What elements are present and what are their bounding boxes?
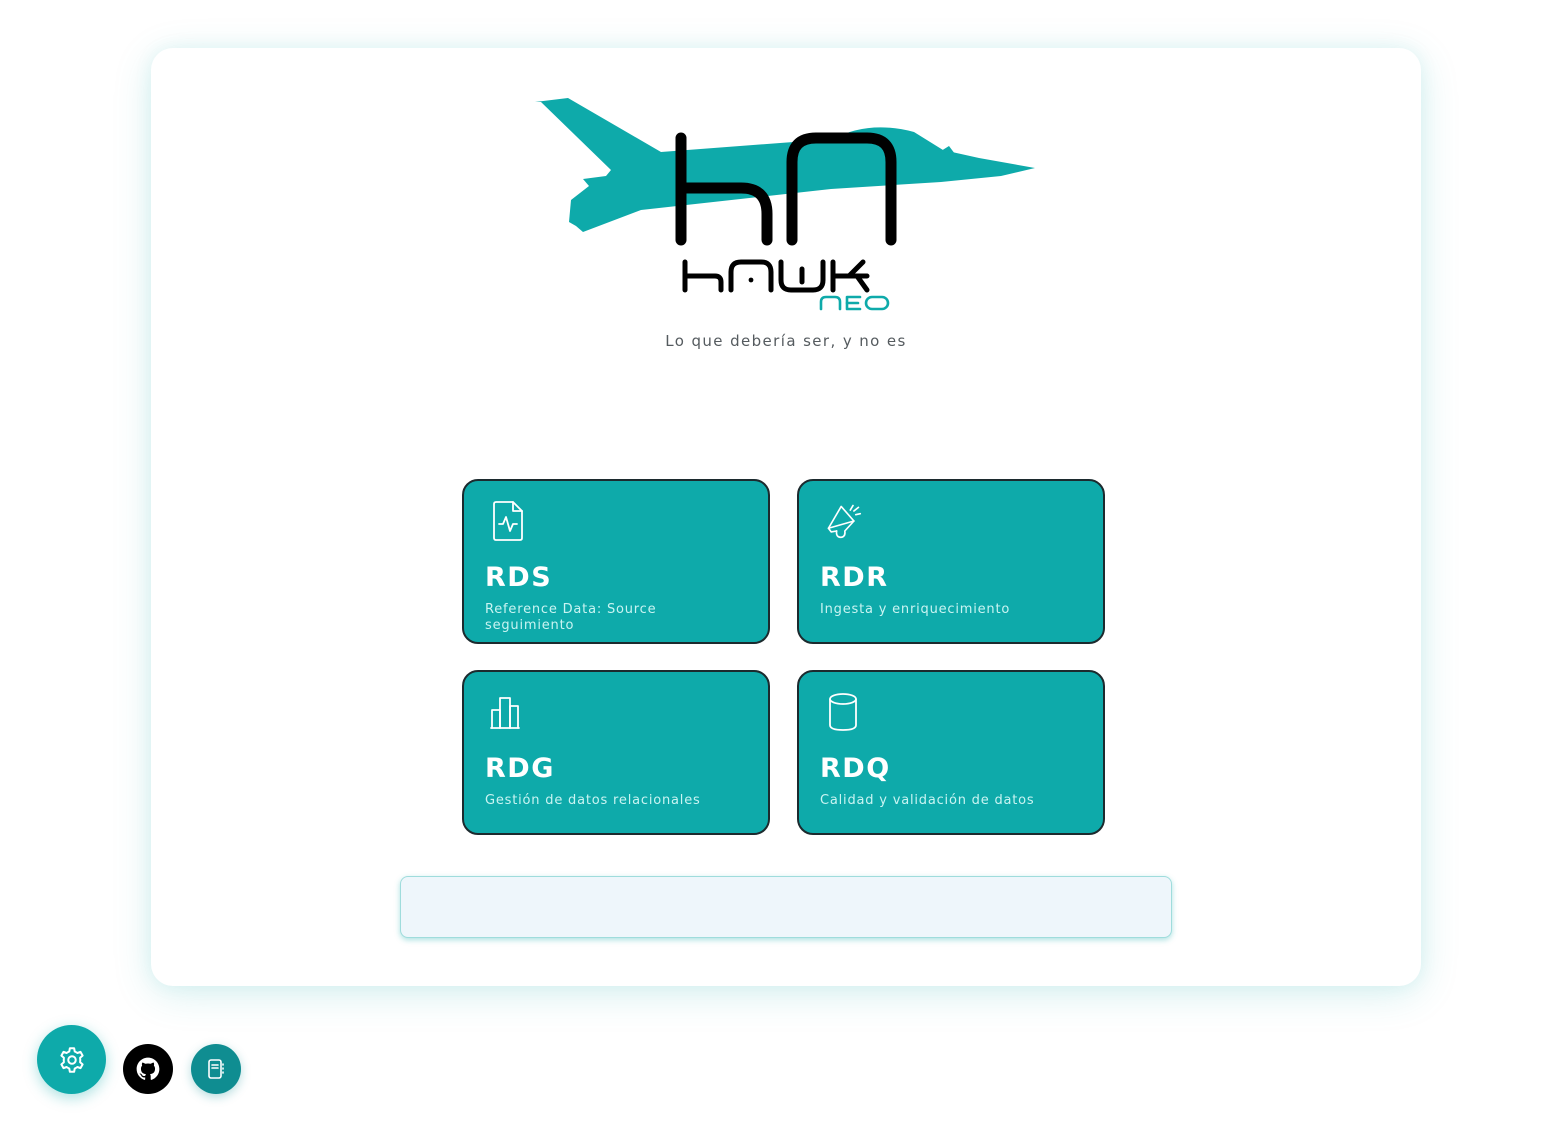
module-grid: RDS Reference Data: Source seguimiento R…: [462, 479, 1110, 839]
module-code: RDQ: [820, 753, 891, 784]
module-description: Ingesta y enriquecimiento: [820, 602, 1011, 617]
module-card-rdg[interactable]: RDG Gestión de datos relacionales: [462, 670, 770, 835]
module-card-rds[interactable]: RDS Reference Data: Source seguimiento: [462, 479, 770, 644]
search-input[interactable]: [400, 876, 1172, 938]
module-description: Calidad y validación de datos: [820, 793, 1035, 808]
database-icon: [829, 693, 857, 731]
module-code: RDR: [820, 562, 889, 593]
megaphone-icon: [827, 504, 862, 539]
module-code: RDS: [485, 562, 553, 593]
page: Lo que debería ser, y no es RDS Referenc…: [0, 0, 1568, 1124]
module-code: RDG: [485, 753, 555, 784]
jet-silhouette-icon: [535, 98, 1035, 232]
docs-button[interactable]: [191, 1044, 241, 1094]
module-card-rdq[interactable]: RDQ Calidad y validación de datos: [797, 670, 1105, 835]
github-icon: [136, 1057, 160, 1080]
logo-sub: [819, 295, 890, 311]
hawk-neo-logo: [531, 94, 1041, 324]
github-button[interactable]: [123, 1044, 173, 1094]
module-description: Gestión de datos relacionales: [485, 793, 701, 808]
tagline: Lo que debería ser, y no es: [665, 332, 907, 350]
logo-name: [682, 259, 870, 293]
notebook-icon: [208, 1059, 224, 1079]
gear-icon: [59, 1046, 84, 1073]
module-description: Reference Data: Source seguimiento: [485, 602, 657, 633]
bar-chart-icon: [490, 697, 520, 729]
main-card: Lo que debería ser, y no es RDS Referenc…: [151, 48, 1421, 986]
module-card-rdr[interactable]: RDR Ingesta y enriquecimiento: [797, 479, 1105, 644]
settings-button[interactable]: [37, 1025, 106, 1094]
file-activity-icon: [493, 501, 523, 541]
